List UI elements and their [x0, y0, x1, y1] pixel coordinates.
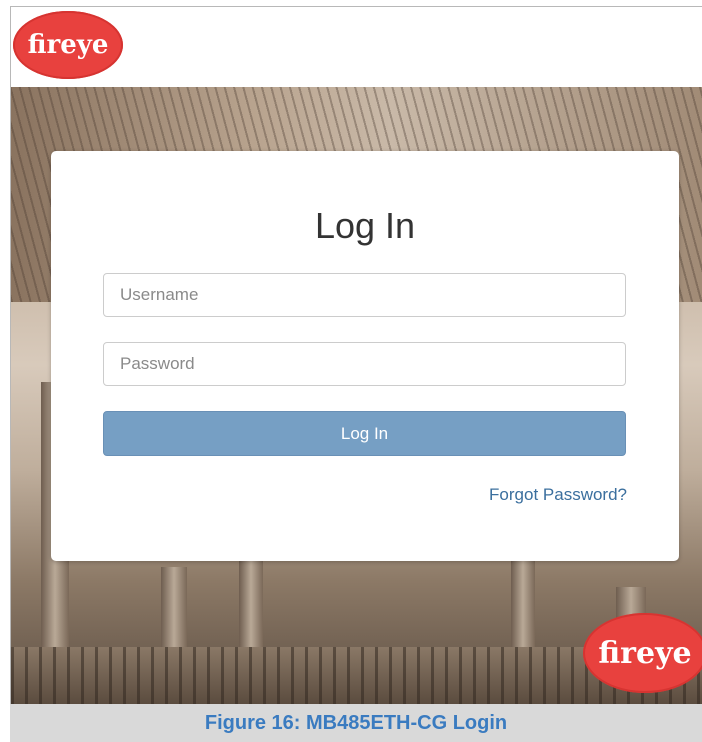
forgot-password-link[interactable]: Forgot Password? [489, 485, 627, 505]
password-input[interactable] [103, 342, 626, 386]
fireye-logo: fireye [13, 11, 123, 79]
login-card: Log In Log In Forgot Password? [51, 151, 679, 561]
logo-text: fireye [27, 30, 109, 60]
logo-text: fireye [598, 635, 692, 671]
screenshot-frame: fireye fireye Log In Log In Forgot Passw… [10, 6, 702, 704]
header-bar: fireye [11, 7, 702, 87]
fireye-logo-bottom: fireye [583, 613, 702, 693]
username-input[interactable] [103, 273, 626, 317]
login-title: Log In [314, 205, 416, 246]
figure-caption-bar: Figure 16: MB485ETH-CG Login [10, 704, 702, 742]
login-button[interactable]: Log In [103, 411, 626, 456]
figure-caption: Figure 16: MB485ETH-CG Login [204, 711, 508, 734]
